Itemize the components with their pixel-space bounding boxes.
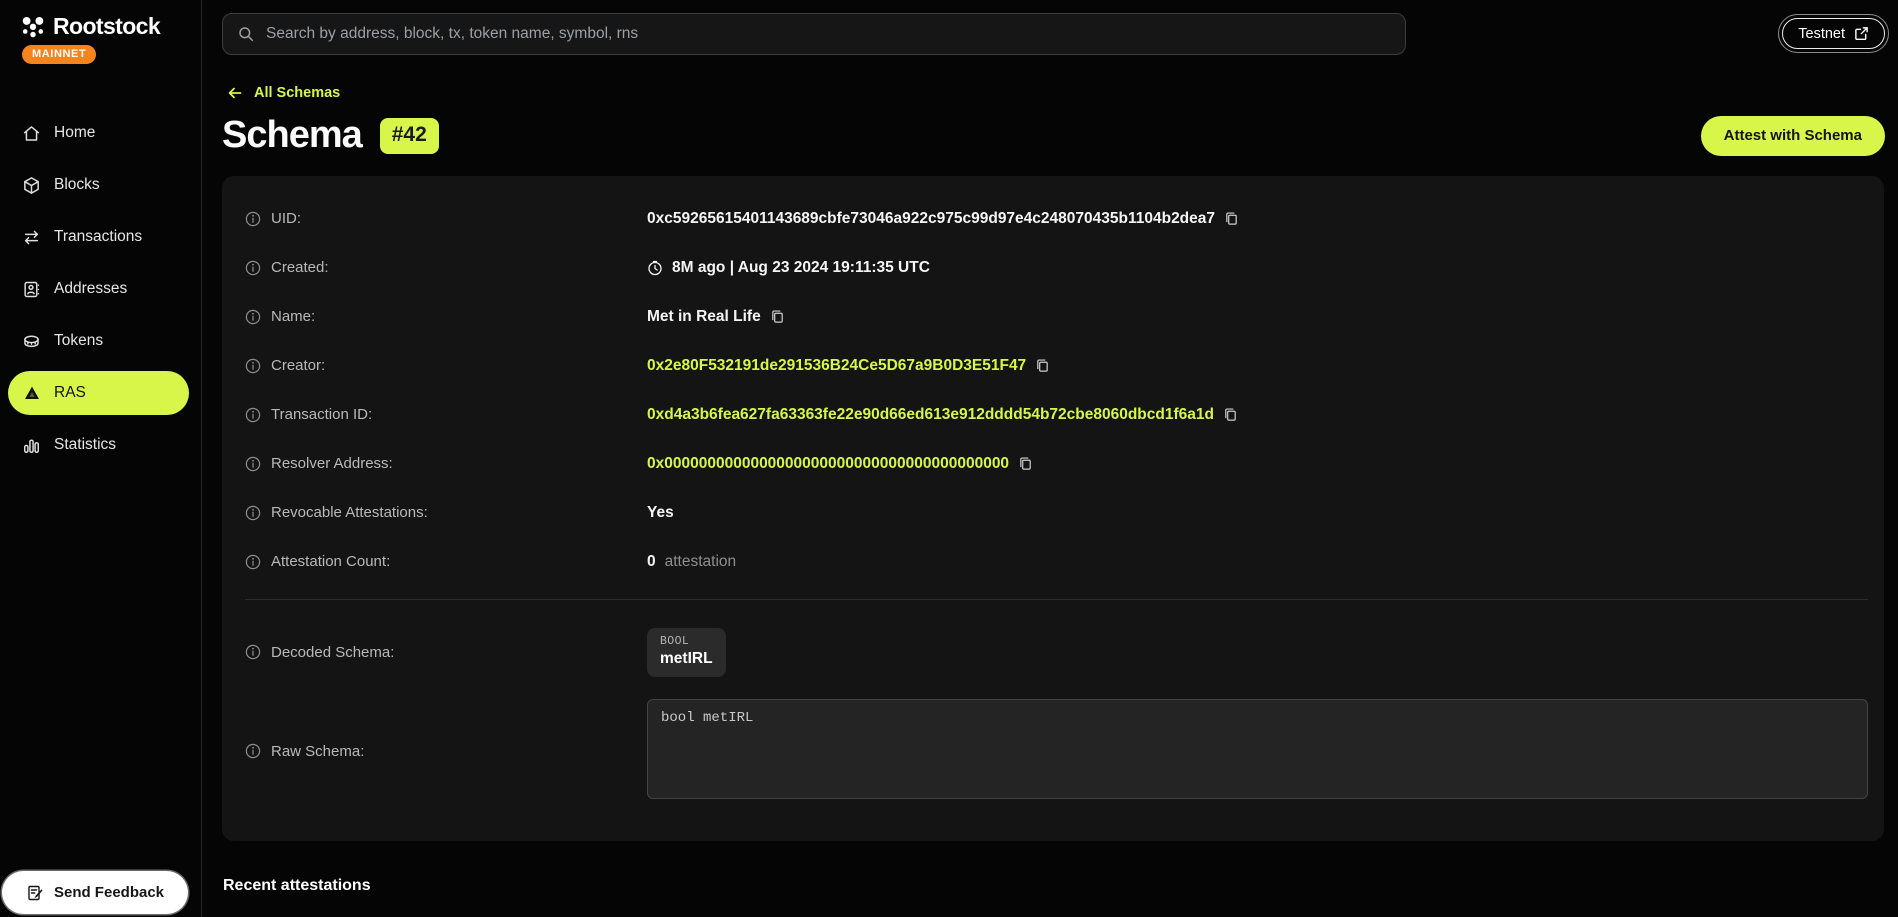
info-icon: [245, 260, 261, 276]
attestation-count-label: Attestation Count:: [271, 553, 390, 570]
detail-row-created: Created: 8M ago | Aug 23 2024 19:11:35 U…: [222, 243, 1884, 292]
coin-icon: [22, 332, 41, 351]
creator-label: Creator:: [271, 357, 325, 374]
info-icon: [245, 505, 261, 521]
back-link-label: All Schemas: [254, 85, 340, 101]
sidebar-item-statistics[interactable]: Statistics: [0, 423, 201, 467]
detail-row-raw-schema: Raw Schema: bool metIRL: [222, 691, 1884, 811]
info-icon: [245, 407, 261, 423]
sidebar-item-label: Tokens: [54, 332, 103, 350]
revocable-value: Yes: [647, 504, 674, 522]
sidebar-item-label: Blocks: [54, 176, 100, 194]
testnet-label: Testnet: [1798, 26, 1845, 42]
resolver-address-label: Resolver Address:: [271, 455, 393, 472]
contact-card-icon: [22, 280, 41, 299]
testnet-button[interactable]: Testnet: [1782, 18, 1885, 49]
sidebar-item-label: Addresses: [54, 280, 127, 298]
back-arrow-icon: [227, 85, 243, 101]
attestation-count-suffix: attestation: [665, 553, 737, 571]
copy-icon[interactable]: [1224, 211, 1239, 226]
info-icon: [245, 358, 261, 374]
search-bar[interactable]: [222, 13, 1406, 55]
logo-text[interactable]: Rootstock: [53, 13, 160, 40]
name-value: Met in Real Life: [647, 308, 761, 326]
schema-field-name: metIRL: [660, 650, 713, 668]
schema-detail-panel: UID: 0xc59265615401143689cbfe73046a922c9…: [222, 176, 1884, 841]
logo-area: Rootstock MAINNET: [0, 0, 201, 64]
sidebar-item-label: Transactions: [54, 228, 142, 246]
sidebar-item-label: Statistics: [54, 436, 116, 454]
external-link-icon: [1854, 26, 1869, 41]
info-icon: [245, 743, 261, 759]
info-icon: [245, 644, 261, 660]
schema-field-type: BOOL: [660, 635, 713, 648]
sidebar-nav: Home Blocks Transactions: [0, 111, 201, 467]
back-to-all-schemas-link[interactable]: All Schemas: [227, 85, 340, 101]
panel-divider: [245, 599, 1868, 600]
copy-icon[interactable]: [770, 309, 785, 324]
created-value: 8M ago | Aug 23 2024 19:11:35 UTC: [672, 259, 930, 277]
send-feedback-button[interactable]: Send Feedback: [2, 871, 188, 914]
revocable-label: Revocable Attestations:: [271, 504, 428, 521]
sidebar: Rootstock MAINNET Home Blocks: [0, 0, 202, 917]
schema-field-chip: BOOL metIRL: [647, 628, 726, 677]
feedback-pencil-icon: [26, 884, 44, 902]
info-icon: [245, 554, 261, 570]
transaction-id-label: Transaction ID:: [271, 406, 372, 423]
network-badge[interactable]: MAINNET: [22, 45, 96, 64]
sidebar-item-ras[interactable]: RAS: [8, 371, 189, 415]
raw-schema-label: Raw Schema:: [271, 743, 364, 760]
sidebar-item-addresses[interactable]: Addresses: [0, 267, 201, 311]
detail-row-uid: UID: 0xc59265615401143689cbfe73046a922c9…: [222, 194, 1884, 243]
name-label: Name:: [271, 308, 315, 325]
cube-icon: [22, 176, 41, 195]
attestation-count-value: 0: [647, 553, 656, 571]
decoded-schema-label: Decoded Schema:: [271, 644, 394, 661]
detail-row-name: Name: Met in Real Life: [222, 292, 1884, 341]
copy-icon[interactable]: [1018, 456, 1033, 471]
send-feedback-label: Send Feedback: [54, 884, 164, 901]
swap-arrows-icon: [22, 228, 41, 247]
attest-with-schema-button[interactable]: Attest with Schema: [1701, 116, 1885, 156]
creator-address-link[interactable]: 0x2e80F532191de291536B24Ce5D67a9B0D3E51F…: [647, 357, 1026, 375]
uid-label: UID:: [271, 210, 301, 227]
uid-value: 0xc59265615401143689cbfe73046a922c975c99…: [647, 210, 1215, 228]
sidebar-item-blocks[interactable]: Blocks: [0, 163, 201, 207]
sidebar-item-transactions[interactable]: Transactions: [0, 215, 201, 259]
recent-attestations-heading: Recent attestations: [223, 877, 1898, 895]
sidebar-item-tokens[interactable]: Tokens: [0, 319, 201, 363]
bar-chart-icon: [22, 436, 41, 455]
network-switcher: Testnet: [1778, 14, 1889, 53]
main-content: Testnet All Schemas Schema #42 Attest wi…: [202, 0, 1898, 917]
copy-icon[interactable]: [1223, 407, 1238, 422]
sidebar-item-label: RAS: [54, 384, 86, 402]
sidebar-item-home[interactable]: Home: [0, 111, 201, 155]
title-row: Schema #42 Attest with Schema: [222, 114, 1898, 157]
clock-icon: [647, 260, 663, 276]
raw-schema-textarea[interactable]: bool metIRL: [647, 699, 1868, 799]
detail-row-creator: Creator: 0x2e80F532191de291536B24Ce5D67a…: [222, 341, 1884, 390]
schema-number-badge: #42: [380, 118, 439, 154]
attestation-triangle-icon: [23, 384, 41, 402]
rootstock-logo-icon: [20, 14, 46, 40]
info-icon: [245, 211, 261, 227]
info-icon: [245, 456, 261, 472]
detail-row-resolver-address: Resolver Address: 0x00000000000000000000…: [222, 439, 1884, 488]
detail-row-transaction-id: Transaction ID: 0xd4a3b6fea627fa63363fe2…: [222, 390, 1884, 439]
info-icon: [245, 309, 261, 325]
detail-row-decoded-schema: Decoded Schema: BOOL metIRL: [222, 613, 1884, 691]
copy-icon[interactable]: [1035, 358, 1050, 373]
detail-row-revocable: Revocable Attestations: Yes: [222, 488, 1884, 537]
resolver-address-link[interactable]: 0x00000000000000000000000000000000000000…: [647, 455, 1009, 473]
search-input[interactable]: [266, 25, 1391, 43]
created-label: Created:: [271, 259, 329, 276]
detail-row-attestation-count: Attestation Count: 0 attestation: [222, 537, 1884, 586]
search-icon: [237, 25, 255, 43]
sidebar-item-label: Home: [54, 124, 95, 142]
transaction-id-link[interactable]: 0xd4a3b6fea627fa63363fe22e90d66ed613e912…: [647, 406, 1214, 424]
page-title: Schema: [222, 114, 362, 157]
home-icon: [22, 124, 41, 143]
